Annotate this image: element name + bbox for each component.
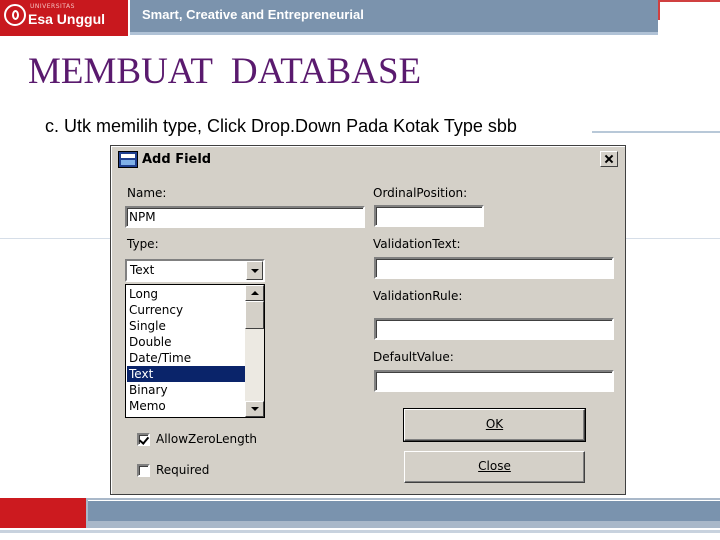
chevron-down-icon[interactable] bbox=[246, 261, 263, 280]
name-label: Name: bbox=[127, 186, 167, 200]
type-option-single[interactable]: Single bbox=[127, 318, 245, 334]
type-option-text[interactable]: Text bbox=[127, 366, 245, 382]
default-value-label: DefaultValue: bbox=[373, 350, 454, 364]
tagline: Smart, Creative and Entrepreneurial bbox=[142, 7, 364, 22]
ordinal-position-field[interactable] bbox=[374, 205, 484, 227]
validation-rule-label: ValidationRule: bbox=[373, 289, 463, 303]
default-value-field[interactable] bbox=[374, 370, 614, 392]
subtitle-divider bbox=[592, 131, 720, 133]
slide-subtitle: c. Utk memilih type, Click Drop.Down Pad… bbox=[45, 116, 517, 136]
required-label: Required bbox=[156, 463, 210, 477]
dialog-titlebar[interactable]: Add Field bbox=[114, 149, 622, 171]
add-field-dialog: Add Field Name: NPM Type: Text Long Curr… bbox=[110, 145, 626, 495]
validation-text-label: ValidationText: bbox=[373, 237, 461, 251]
allow-zero-length-label: AllowZeroLength bbox=[156, 432, 258, 446]
type-dropdown-value: Text bbox=[130, 263, 155, 277]
ok-button[interactable]: OK bbox=[403, 408, 586, 442]
type-option-currency[interactable]: Currency bbox=[127, 302, 245, 318]
scroll-down-icon[interactable] bbox=[245, 401, 264, 417]
close-button[interactable]: Close bbox=[404, 451, 585, 483]
decor-line-right bbox=[625, 238, 720, 239]
required-checkbox[interactable] bbox=[137, 464, 150, 477]
header-decoration bbox=[658, 0, 720, 20]
validation-rule-field[interactable] bbox=[374, 318, 614, 340]
type-option-binary[interactable]: Binary bbox=[127, 382, 245, 398]
brand-small-text: UNIVERSITAS bbox=[30, 3, 75, 10]
allow-zero-length-checkbox[interactable] bbox=[137, 433, 150, 446]
scroll-thumb[interactable] bbox=[245, 301, 264, 329]
type-label: Type: bbox=[127, 237, 159, 251]
type-option-double[interactable]: Double bbox=[127, 334, 245, 350]
app-icon bbox=[118, 151, 138, 168]
name-field[interactable]: NPM bbox=[125, 206, 365, 228]
brand-logo: UNIVERSITAS Esa Unggul bbox=[0, 0, 128, 36]
tagline-bar: Smart, Creative and Entrepreneurial bbox=[130, 0, 658, 35]
slide-title: MEMBUAT DATABASE bbox=[28, 51, 422, 92]
ordinal-position-label: OrdinalPosition: bbox=[373, 186, 468, 200]
type-option-datetime[interactable]: Date/Time bbox=[127, 350, 245, 366]
footer-accent bbox=[0, 498, 86, 528]
footer-bar bbox=[88, 500, 720, 521]
dialog-title: Add Field bbox=[142, 152, 212, 167]
close-icon[interactable] bbox=[600, 151, 618, 167]
slide-header: UNIVERSITAS Esa Unggul Smart, Creative a… bbox=[0, 0, 720, 36]
brand-name: Esa Unggul bbox=[28, 11, 106, 27]
type-dropdown[interactable]: Text bbox=[125, 259, 265, 282]
scroll-up-icon[interactable] bbox=[245, 285, 264, 301]
footer-line bbox=[0, 530, 720, 533]
validation-text-field[interactable] bbox=[374, 257, 614, 279]
university-logo-icon bbox=[4, 4, 26, 26]
type-option-memo[interactable]: Memo bbox=[127, 398, 245, 414]
type-options-list[interactable]: Long Currency Single Double Date/Time Te… bbox=[125, 284, 265, 418]
decor-line-left bbox=[0, 238, 110, 239]
list-scrollbar[interactable] bbox=[245, 285, 264, 417]
type-option-long[interactable]: Long bbox=[127, 286, 245, 302]
